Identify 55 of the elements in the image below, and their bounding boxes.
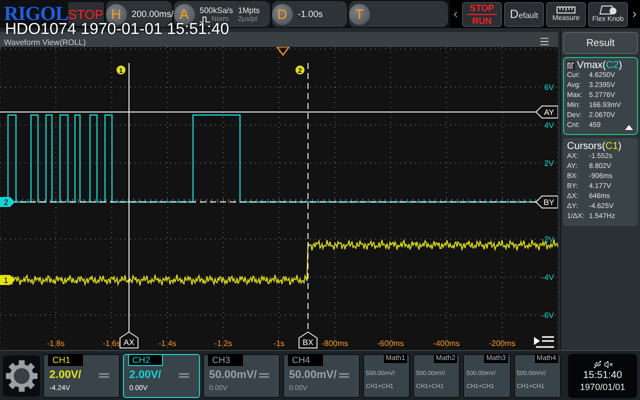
- trigger-marker-icon[interactable]: [276, 47, 290, 56]
- channel-label: CH1: [48, 354, 84, 366]
- default-button[interactable]: Default: [504, 2, 544, 26]
- axis-label: -800ms: [321, 339, 348, 348]
- channel-scale: 50.00mV/: [289, 368, 337, 380]
- card-title: Cursors(C1): [567, 141, 622, 152]
- card-title: Vmax(C2): [567, 60, 634, 71]
- axis-label: -1s: [273, 339, 285, 348]
- axis-label: 2V: [544, 159, 554, 168]
- cursor-tag[interactable]: AY: [535, 106, 558, 118]
- coupling-icon: [99, 372, 110, 378]
- usb-icon: [592, 360, 602, 368]
- gear-logo-icon[interactable]: [3, 354, 40, 396]
- axis-label: -4V: [542, 273, 554, 282]
- axis-label: -600ms: [377, 339, 404, 348]
- channel-scale: 50.00mV/: [209, 368, 257, 380]
- channel-scale: 2.00V/: [49, 368, 82, 380]
- channel-label: CH4: [288, 354, 323, 366]
- collapse-menu-icon[interactable]: [534, 336, 555, 348]
- clock-date: 1970/01/01: [580, 382, 626, 392]
- axis-label: 6V: [544, 83, 554, 92]
- axis-label: -1.8s: [46, 339, 65, 348]
- coupling-icon: [338, 372, 349, 378]
- timebase-value: 200.00ms/: [132, 9, 174, 19]
- ruler-icon: [556, 6, 576, 14]
- stop-run-button[interactable]: STOP RUN: [462, 2, 502, 26]
- cursor-tag[interactable]: AX: [120, 331, 138, 348]
- clock-time: 15:51:40: [583, 370, 622, 380]
- channel-scale: 2.00V/: [129, 368, 162, 380]
- menu-icon[interactable]: [539, 36, 550, 47]
- axis-label: 4V: [544, 121, 554, 130]
- axis-label: -2V: [542, 235, 554, 244]
- channel-label: CH2: [128, 354, 164, 366]
- collapse-icon[interactable]: [625, 125, 633, 130]
- channel-marker[interactable]: 1: [0, 275, 15, 285]
- cursor-tag[interactable]: BX: [298, 331, 318, 348]
- coupling-icon: [179, 372, 190, 378]
- channel-marker[interactable]: 2: [0, 197, 15, 207]
- axis-label: -400ms: [433, 339, 460, 348]
- cursor-tag[interactable]: BY: [535, 196, 558, 208]
- measure-icon: [567, 61, 575, 70]
- axis-label: -6V: [542, 311, 554, 320]
- axis-label: -1.2s: [214, 339, 232, 348]
- axis-label: -200ms: [488, 339, 516, 348]
- channel-label: CH3: [208, 354, 244, 366]
- pulse-icon: [200, 16, 210, 22]
- delay-value: -1.00s: [298, 9, 323, 19]
- speaker-muted-icon[interactable]: [604, 360, 613, 368]
- axis-label: -1.4s: [158, 339, 176, 348]
- memory-depth: 1Mpts: [238, 6, 260, 14]
- knob-icon: [598, 5, 618, 15]
- view-title: Waveform View(ROLL): [4, 39, 86, 47]
- coupling-icon: [259, 372, 269, 378]
- sample-rate: 500kSa/s: [200, 6, 234, 14]
- result-tab[interactable]: Result: [563, 32, 638, 54]
